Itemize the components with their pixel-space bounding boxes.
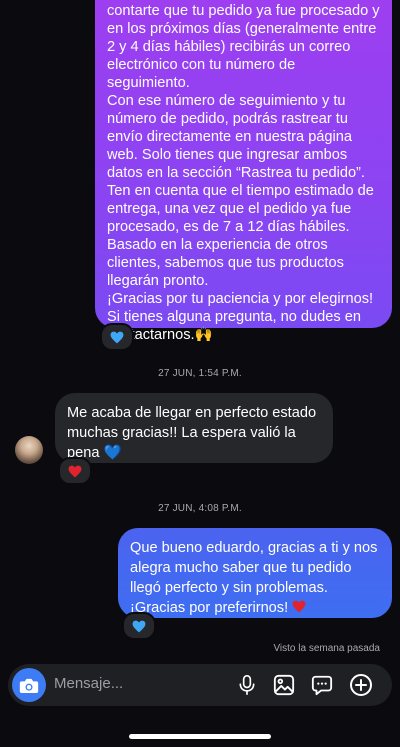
seen-status: Visto la semana pasada — [273, 643, 380, 654]
timestamp: 27 JUN, 4:08 P.M. — [158, 503, 242, 514]
sent-message-bubble[interactable]: Que bueno eduardo, gracias a ti y nos al… — [118, 528, 392, 618]
reaction-blue-heart[interactable] — [122, 612, 156, 640]
message-paragraph: Ten en cuenta que el tiempo estimado de … — [107, 183, 374, 289]
message-text: Que bueno eduardo, gracias a ti y nos al… — [130, 540, 378, 596]
image-icon — [273, 674, 295, 696]
received-message-bubble[interactable]: Me acaba de llegar en perfecto estado mu… — [55, 393, 333, 463]
blue-heart-icon — [132, 620, 146, 632]
message-composer: Mensaje... — [8, 664, 392, 706]
chat-bubble-icon — [311, 675, 333, 696]
red-heart-icon — [292, 600, 306, 613]
gallery-button[interactable] — [272, 673, 296, 697]
message-paragraph: Con ese número de seguimiento y tu númer… — [107, 93, 365, 181]
message-text: Me acaba de llegar en perfecto estado mu… — [67, 405, 317, 461]
timestamp: 27 JUN, 1:54 P.M. — [158, 368, 242, 379]
plus-circle-icon — [350, 674, 372, 696]
red-heart-icon — [68, 465, 82, 477]
message-text: ¡Gracias por preferirnos! — [130, 600, 289, 616]
microphone-button[interactable] — [235, 673, 259, 697]
sent-message-bubble[interactable]: contarte que tu pedido ya fue procesado … — [95, 0, 392, 343]
message-input[interactable]: Mensaje... — [54, 675, 123, 692]
message-paragraph: ¡Gracias por tu paciencia y por elegirno… — [107, 291, 374, 343]
reaction-blue-heart[interactable] — [100, 323, 134, 351]
avatar[interactable] — [15, 436, 43, 464]
sticker-button[interactable] — [310, 673, 334, 697]
blue-heart-icon — [110, 331, 124, 343]
reaction-red-heart[interactable] — [58, 457, 92, 485]
microphone-icon — [239, 675, 255, 695]
add-button[interactable] — [349, 673, 373, 697]
camera-icon — [19, 678, 39, 693]
message-paragraph: contarte que tu pedido ya fue procesado … — [107, 3, 380, 91]
home-indicator — [129, 734, 271, 739]
camera-button[interactable] — [12, 668, 46, 702]
